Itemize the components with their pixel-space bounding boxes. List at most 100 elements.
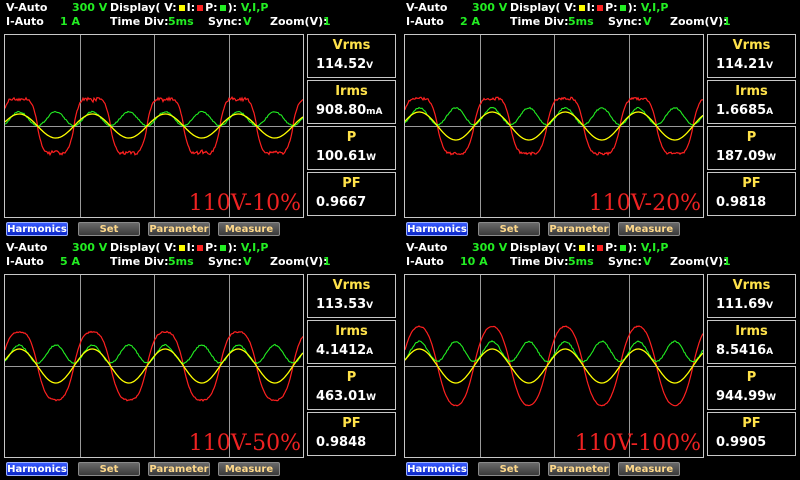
vrms-label: Vrms: [332, 38, 371, 53]
display-setting[interactable]: Display( V: I: P:): V,I,P: [110, 241, 268, 255]
zoom-value[interactable]: 1: [323, 255, 331, 269]
display-setting[interactable]: Display( V: I: P:): V,I,P: [110, 1, 268, 15]
power-unit: W: [766, 153, 777, 163]
irms-unit: A: [366, 347, 374, 357]
parameter-button[interactable]: Parameter: [548, 222, 610, 236]
pf-label: PF: [742, 176, 761, 191]
time-div-label[interactable]: Time Div:: [110, 15, 169, 29]
vrms-value: 114.21: [716, 57, 767, 72]
display-setting[interactable]: Display( V: I: P:): V,I,P: [510, 241, 668, 255]
measure-button[interactable]: Measure: [218, 222, 280, 236]
v-mode-label[interactable]: V-Auto: [406, 1, 447, 15]
harmonics-button[interactable]: Harmonics: [406, 222, 468, 236]
test-condition-watermark: 110V-10%: [188, 191, 301, 216]
v-range-value[interactable]: 300 V: [472, 1, 507, 15]
waveform-display[interactable]: 110V-10%: [4, 34, 304, 218]
time-div-label[interactable]: Time Div:: [110, 255, 169, 269]
vrms-unit: V: [766, 301, 774, 311]
vrms-label: Vrms: [332, 278, 371, 293]
pf-reading: 0.9667: [316, 195, 366, 210]
zoom-value[interactable]: 1: [723, 15, 731, 29]
v-range-value[interactable]: 300 V: [72, 241, 107, 255]
time-div-value[interactable]: 5ms: [568, 15, 594, 29]
zoom-label[interactable]: Zoom(V):: [670, 15, 728, 29]
v-mode-label[interactable]: V-Auto: [6, 1, 47, 15]
vrms-box: Vrms 113.53V: [307, 274, 396, 318]
pf-label: PF: [342, 416, 361, 431]
display-p-label: P:: [205, 1, 218, 14]
sync-label[interactable]: Sync:: [608, 255, 642, 269]
voltage-color-swatch: [178, 4, 185, 11]
waveform-display[interactable]: 110V-100%: [404, 274, 704, 458]
vrms-label: Vrms: [732, 38, 771, 53]
zoom-label[interactable]: Zoom(V):: [270, 255, 328, 269]
sync-value[interactable]: V: [243, 255, 252, 269]
i-mode-label[interactable]: I-Auto: [6, 15, 44, 29]
time-div-label[interactable]: Time Div:: [510, 15, 569, 29]
pf-reading: 0.9848: [316, 435, 366, 450]
v-mode-label[interactable]: V-Auto: [6, 241, 47, 255]
display-p-label: P:: [605, 241, 618, 254]
status-header: V-Auto 300 V Display( V: I: P:): V,I,P I-A…: [0, 240, 400, 272]
measure-button[interactable]: Measure: [618, 222, 680, 236]
irms-reading: 4.1412A: [316, 343, 373, 358]
v-mode-label[interactable]: V-Auto: [406, 241, 447, 255]
zoom-value[interactable]: 1: [323, 15, 331, 29]
harmonics-button[interactable]: Harmonics: [406, 462, 468, 476]
i-range-value[interactable]: 2 A: [460, 15, 480, 29]
i-range-value[interactable]: 10 A: [460, 255, 488, 269]
power-label: P: [346, 130, 357, 145]
irms-value: 4.1412: [316, 343, 367, 358]
measurement-panel-4: V-Auto 300 V Display( V: I: P:): V,I,P I-A…: [400, 240, 800, 480]
zoom-label[interactable]: Zoom(V):: [670, 255, 728, 269]
irms-value: 8.5416: [716, 343, 767, 358]
harmonics-button[interactable]: Harmonics: [6, 222, 68, 236]
voltage-color-swatch: [178, 244, 185, 251]
zoom-value[interactable]: 1: [723, 255, 731, 269]
sync-value[interactable]: V: [243, 15, 252, 29]
waveform-display[interactable]: 110V-20%: [404, 34, 704, 218]
vrms-reading: 114.52V: [316, 57, 373, 72]
parameter-button[interactable]: Parameter: [548, 462, 610, 476]
pf-box: PF 0.9667: [307, 172, 396, 216]
voltage-color-swatch: [578, 244, 585, 251]
sync-label[interactable]: Sync:: [608, 15, 642, 29]
measure-button[interactable]: Measure: [218, 462, 280, 476]
pf-value: 0.9848: [316, 435, 367, 450]
parameter-button[interactable]: Parameter: [148, 222, 210, 236]
sync-label[interactable]: Sync:: [208, 15, 242, 29]
i-mode-label[interactable]: I-Auto: [406, 15, 444, 29]
measure-button[interactable]: Measure: [618, 462, 680, 476]
irms-label: Irms: [735, 324, 768, 339]
irms-value: 1.6685: [716, 103, 767, 118]
sync-value[interactable]: V: [643, 15, 652, 29]
sync-label[interactable]: Sync:: [208, 255, 242, 269]
power-color-swatch: [219, 244, 226, 251]
power-reading: 463.01W: [316, 389, 376, 404]
set-button[interactable]: Set: [478, 222, 540, 236]
set-button[interactable]: Set: [78, 462, 140, 476]
time-div-value[interactable]: 5ms: [568, 255, 594, 269]
softkey-bar: Harmonics Set Parameter Measure: [400, 222, 800, 238]
vrms-unit: V: [366, 61, 374, 71]
waveform-plot: [405, 275, 703, 457]
power-box: P 944.99W: [707, 366, 796, 410]
set-button[interactable]: Set: [478, 462, 540, 476]
v-range-value[interactable]: 300 V: [472, 241, 507, 255]
harmonics-button[interactable]: Harmonics: [6, 462, 68, 476]
waveform-display[interactable]: 110V-50%: [4, 274, 304, 458]
i-range-value[interactable]: 1 A: [60, 15, 80, 29]
time-div-value[interactable]: 5ms: [168, 15, 194, 29]
set-button[interactable]: Set: [78, 222, 140, 236]
i-mode-label[interactable]: I-Auto: [406, 255, 444, 269]
v-range-value[interactable]: 300 V: [72, 1, 107, 15]
time-div-value[interactable]: 5ms: [168, 255, 194, 269]
parameter-button[interactable]: Parameter: [148, 462, 210, 476]
zoom-label[interactable]: Zoom(V):: [270, 15, 328, 29]
i-range-value[interactable]: 5 A: [60, 255, 80, 269]
softkey-bar: Harmonics Set Parameter Measure: [0, 462, 400, 478]
time-div-label[interactable]: Time Div:: [510, 255, 569, 269]
display-setting[interactable]: Display( V: I: P:): V,I,P: [510, 1, 668, 15]
i-mode-label[interactable]: I-Auto: [6, 255, 44, 269]
sync-value[interactable]: V: [643, 255, 652, 269]
